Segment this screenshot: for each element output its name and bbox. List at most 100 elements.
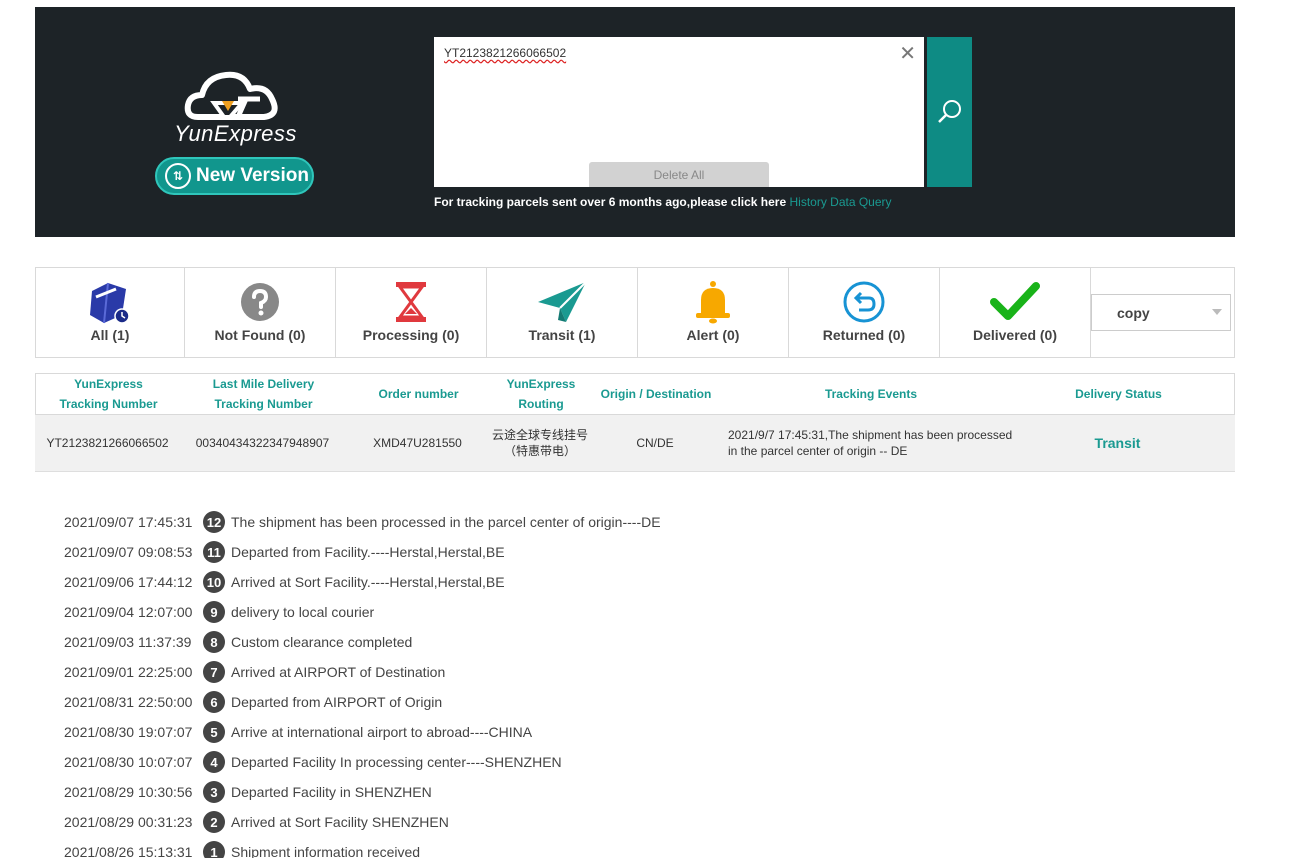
col-last-mile: Last Mile Delivery Tracking Number [212,377,315,411]
tracking-number-value: YT2123821266066502 [444,46,567,60]
event-number-badge: 6 [203,691,225,713]
copy-select-value: copy [1117,304,1150,321]
tab-all[interactable]: All (1) [36,268,185,357]
col-tracking-number: YunExpress Tracking Number [59,377,158,411]
search-icon [937,100,961,123]
event-description: Departed from Facility.----Herstal,Herst… [231,544,505,560]
tab-alert[interactable]: Alert (0) [638,268,789,357]
event-time: 2021/09/06 17:44:12 [64,574,193,590]
event-number-badge: 10 [203,571,225,593]
event-time: 2021/09/07 17:45:31 [64,514,193,530]
event-description: Arrived at AIRPORT of Destination [231,664,446,680]
event-number-badge: 11 [203,541,225,563]
tab-transit[interactable]: Transit (1) [487,268,638,357]
search-button[interactable] [927,37,972,187]
event-number-badge: 2 [203,811,225,833]
event-time: 2021/08/29 10:30:56 [64,784,193,800]
event-time: 2021/09/07 09:08:53 [64,544,193,560]
tab-label: Returned (0) [822,327,906,343]
cell-tracking-event: 2021/9/7 17:45:31,The shipment has been … [728,428,1013,458]
list-item: 2021/08/30 10:07:07 4 Departed Facility In… [64,747,964,777]
question-icon [241,283,279,321]
tab-not-found[interactable]: Not Found (0) [185,268,336,357]
event-time: 2021/08/26 15:13:31 [64,844,193,858]
event-description: Departed Facility in SHENZHEN [231,784,432,800]
header: YunExpress ⇅ New Version YT2123821266066… [35,7,1235,237]
cell-routing: 云途全球专线挂号（特惠带电） [491,428,588,458]
tab-delivered[interactable]: Delivered (0) [940,268,1091,357]
bell-icon [696,281,730,324]
tab-label: Not Found (0) [214,327,306,343]
status-tabs: All (1) Not Found (0) Processing (0) Tra… [35,267,1235,358]
event-description: Arrived at Sort Facility.----Herstal,Her… [231,574,505,590]
event-number-badge: 3 [203,781,225,803]
event-number-badge: 9 [203,601,225,623]
results-table: YunExpress Tracking Number Last Mile Deli… [35,373,1235,472]
event-number-badge: 12 [203,511,225,533]
checkmark-icon [990,282,1040,320]
tab-label: Alert (0) [686,327,740,343]
list-item: 2021/08/29 00:31:23 2 Arrived at Sort Faci… [64,807,964,837]
col-routing: YunExpress Routing [506,377,576,411]
event-time: 2021/09/01 22:25:00 [64,664,193,680]
cell-tracking-number: YT2123821266066502 [46,436,169,450]
event-description: Departed from AIRPORT of Origin [231,694,443,710]
event-time: 2021/08/31 22:50:00 [64,694,193,710]
list-item: 2021/08/30 19:07:07 5 Arrive at internatio… [64,717,964,747]
status-badge: Transit [1094,435,1141,451]
package-icon [90,282,130,324]
event-description: The shipment has been processed in the p… [231,514,661,530]
close-icon[interactable]: ✕ [899,41,916,66]
list-item: 2021/08/29 10:30:56 3 Departed Facility in… [64,777,964,807]
col-order-number: Order number [378,387,459,401]
event-number-badge: 1 [203,841,225,858]
event-time: 2021/08/30 19:07:07 [64,724,193,740]
event-description: Custom clearance completed [231,634,413,650]
chevron-down-icon [1212,309,1222,315]
col-origin-destination: Origin / Destination [600,387,712,401]
event-time: 2021/09/04 12:07:00 [64,604,193,620]
tab-returned[interactable]: Returned (0) [789,268,940,357]
tab-label: All (1) [90,327,130,343]
event-description: Shipment information received [231,844,421,858]
event-description: delivery to local courier [231,604,375,620]
event-number-badge: 4 [203,751,225,773]
brand-name: YunExpress [174,121,297,146]
col-tracking-events: Tracking Events [824,387,918,401]
tab-processing[interactable]: Processing (0) [336,268,487,357]
list-item: 2021/09/01 22:25:00 7 Arrived at AIRPORT o… [64,657,964,687]
table-row[interactable]: YT2123821266066502 00340434322347948907 … [35,415,1235,472]
event-description: Arrived at Sort Facility SHENZHEN [231,814,449,830]
event-time: 2021/09/03 11:37:39 [64,634,192,650]
event-time: 2021/08/30 10:07:07 [64,754,193,770]
hourglass-icon [396,282,426,322]
list-item: 2021/09/04 12:07:00 9 delivery to local co… [64,597,964,627]
col-delivery-status: Delivery Status [1075,387,1162,401]
history-data-query-link[interactable]: History Data Query [789,195,891,209]
list-item: 2021/08/31 22:50:00 6 Departed from AIRPOR… [64,687,964,717]
tab-label: Processing (0) [362,327,460,343]
list-item: 2021/09/07 09:08:53 11 Departed from Facil… [64,537,964,567]
new-version-button[interactable]: ⇅ New Version [155,157,314,195]
event-number-badge: 7 [203,661,225,683]
tab-label: Transit (1) [528,327,596,343]
tracking-number-input[interactable]: YT2123821266066502 ✕ Delete All [434,37,924,187]
delete-all-button[interactable]: Delete All [589,162,769,187]
event-number-badge: 8 [203,631,225,653]
tracking-event-list: 2021/09/07 17:45:31 12 The shipment has be… [64,507,964,858]
new-version-label: New Version [196,165,309,186]
copy-cell: copy [1091,268,1234,357]
cell-last-mile: 00340434322347948907 [195,436,330,450]
list-item: 2021/08/26 15:13:31 1 Shipment information… [64,837,964,858]
table-header: YunExpress Tracking Number Last Mile Deli… [35,373,1235,415]
return-icon [843,281,885,323]
event-description: Arrive at international airport to abroa… [231,724,533,740]
history-text: For tracking parcels sent over 6 months … [434,195,790,209]
event-description: Departed Facility In processing center--… [231,754,562,770]
copy-select[interactable]: copy [1091,294,1231,331]
switch-icon: ⇅ [165,163,191,189]
list-item: 2021/09/06 17:44:12 10 Arrived at Sort Fac… [64,567,964,597]
event-number-badge: 5 [203,721,225,743]
cell-origin-destination: CN/DE [636,436,674,450]
history-notice: For tracking parcels sent over 6 months … [434,195,892,209]
